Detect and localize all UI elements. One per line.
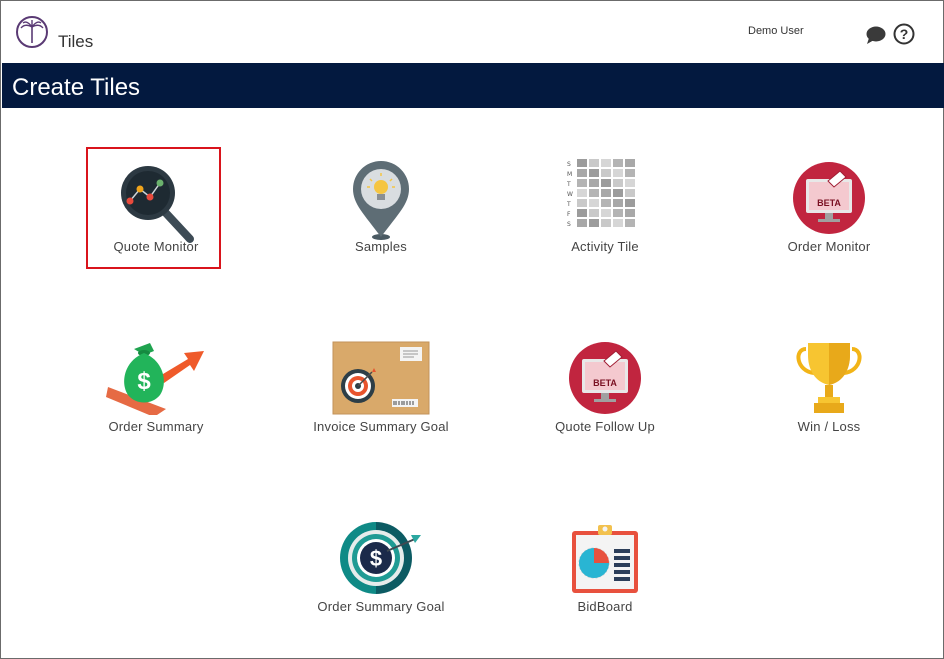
beta-badge: BETA bbox=[593, 378, 617, 388]
activity-cell bbox=[601, 199, 611, 207]
activity-cell bbox=[589, 179, 599, 187]
activity-cell bbox=[625, 169, 635, 177]
activity-cell bbox=[613, 219, 623, 227]
activity-cell bbox=[625, 189, 635, 197]
tile-label: Activity Tile bbox=[571, 239, 639, 254]
tile-label: Order Summary bbox=[108, 419, 204, 434]
money-bag-arrow-icon: $ bbox=[106, 343, 204, 415]
tile-win-loss[interactable]: Win / Loss bbox=[734, 331, 924, 451]
lightbulb-pin-icon bbox=[353, 161, 409, 240]
tile-order-summary[interactable]: $ Order Summary bbox=[61, 331, 251, 451]
tile-label: Samples bbox=[355, 239, 407, 254]
tile-invoice-summary-goal[interactable]: Invoice Summary Goal bbox=[286, 331, 476, 451]
activity-cell bbox=[589, 219, 599, 227]
beta-monitor-icon: BETA bbox=[793, 162, 865, 234]
activity-cell bbox=[625, 209, 635, 217]
activity-cell bbox=[577, 159, 587, 167]
activity-cell bbox=[577, 219, 587, 227]
activity-cell bbox=[613, 189, 623, 197]
tile-samples[interactable]: Samples bbox=[286, 151, 476, 271]
chat-icon[interactable] bbox=[865, 25, 887, 45]
activity-cell bbox=[625, 159, 635, 167]
activity-cell bbox=[589, 199, 599, 207]
dollar-symbol: $ bbox=[137, 368, 151, 395]
top-bar: Tiles Demo User ? bbox=[1, 1, 943, 63]
activity-cell bbox=[577, 179, 587, 187]
activity-cell bbox=[577, 209, 587, 217]
logo-icon[interactable] bbox=[15, 15, 49, 49]
app-window: Tiles Demo User ? Create Tiles Quote Mon… bbox=[0, 0, 944, 659]
dollar-symbol: $ bbox=[370, 546, 382, 571]
tile-selection-outline bbox=[86, 147, 221, 269]
svg-text:?: ? bbox=[900, 26, 909, 42]
activity-cell bbox=[613, 169, 623, 177]
weekday-label: F bbox=[567, 211, 571, 218]
clipboard-chart-icon bbox=[572, 525, 638, 593]
activity-cell bbox=[613, 209, 623, 217]
tile-activity[interactable]: SMTWTFS Activity Tile bbox=[510, 151, 700, 271]
activity-cell bbox=[601, 219, 611, 227]
activity-cell bbox=[601, 179, 611, 187]
tile-order-monitor[interactable]: BETA Order Monitor bbox=[734, 151, 924, 271]
activity-cell bbox=[613, 179, 623, 187]
activity-cell bbox=[601, 159, 611, 167]
activity-cell bbox=[625, 219, 635, 227]
user-name[interactable]: Demo User bbox=[748, 25, 804, 37]
tile-label: Quote Follow Up bbox=[555, 419, 655, 434]
beta-badge: BETA bbox=[817, 198, 841, 208]
activity-cell bbox=[577, 199, 587, 207]
tile-label: BidBoard bbox=[577, 599, 633, 614]
trophy-icon bbox=[796, 343, 862, 413]
weekday-label: T bbox=[567, 201, 571, 208]
activity-cell bbox=[589, 209, 599, 217]
weekday-label: M bbox=[567, 171, 572, 178]
weekday-label: T bbox=[567, 181, 571, 188]
tile-order-summary-goal[interactable]: $ Order Summary Goal bbox=[286, 511, 476, 631]
tile-label: Invoice Summary Goal bbox=[313, 419, 449, 434]
help-icon[interactable]: ? bbox=[893, 23, 915, 45]
weekday-label: S bbox=[567, 161, 571, 168]
beta-monitor-icon: BETA bbox=[569, 342, 641, 414]
page-title: Create Tiles bbox=[12, 74, 141, 101]
tile-label: Order Monitor bbox=[787, 239, 871, 254]
weekday-label: S bbox=[567, 221, 571, 228]
activity-cell bbox=[625, 199, 635, 207]
target-envelope-icon bbox=[332, 341, 430, 415]
dollar-target-icon: $ bbox=[340, 522, 421, 594]
activity-cell bbox=[589, 159, 599, 167]
tile-bidboard[interactable]: BidBoard bbox=[510, 511, 700, 631]
page-header: Create Tiles bbox=[2, 63, 944, 108]
tile-label: Win / Loss bbox=[797, 419, 861, 434]
activity-cell bbox=[577, 169, 587, 177]
activity-cell bbox=[601, 169, 611, 177]
app-title: Tiles bbox=[58, 32, 94, 51]
weekday-label: W bbox=[567, 191, 573, 198]
activity-cell bbox=[601, 189, 611, 197]
activity-cell bbox=[589, 189, 599, 197]
activity-cell bbox=[589, 169, 599, 177]
tile-label: Order Summary Goal bbox=[317, 599, 445, 614]
activity-cell bbox=[625, 179, 635, 187]
tile-quote-follow-up[interactable]: BETA Quote Follow Up bbox=[510, 331, 700, 451]
activity-cell bbox=[613, 159, 623, 167]
activity-cell bbox=[577, 189, 587, 197]
activity-cell bbox=[613, 199, 623, 207]
activity-cell bbox=[601, 209, 611, 217]
calendar-grid-icon: SMTWTFS bbox=[567, 159, 635, 228]
